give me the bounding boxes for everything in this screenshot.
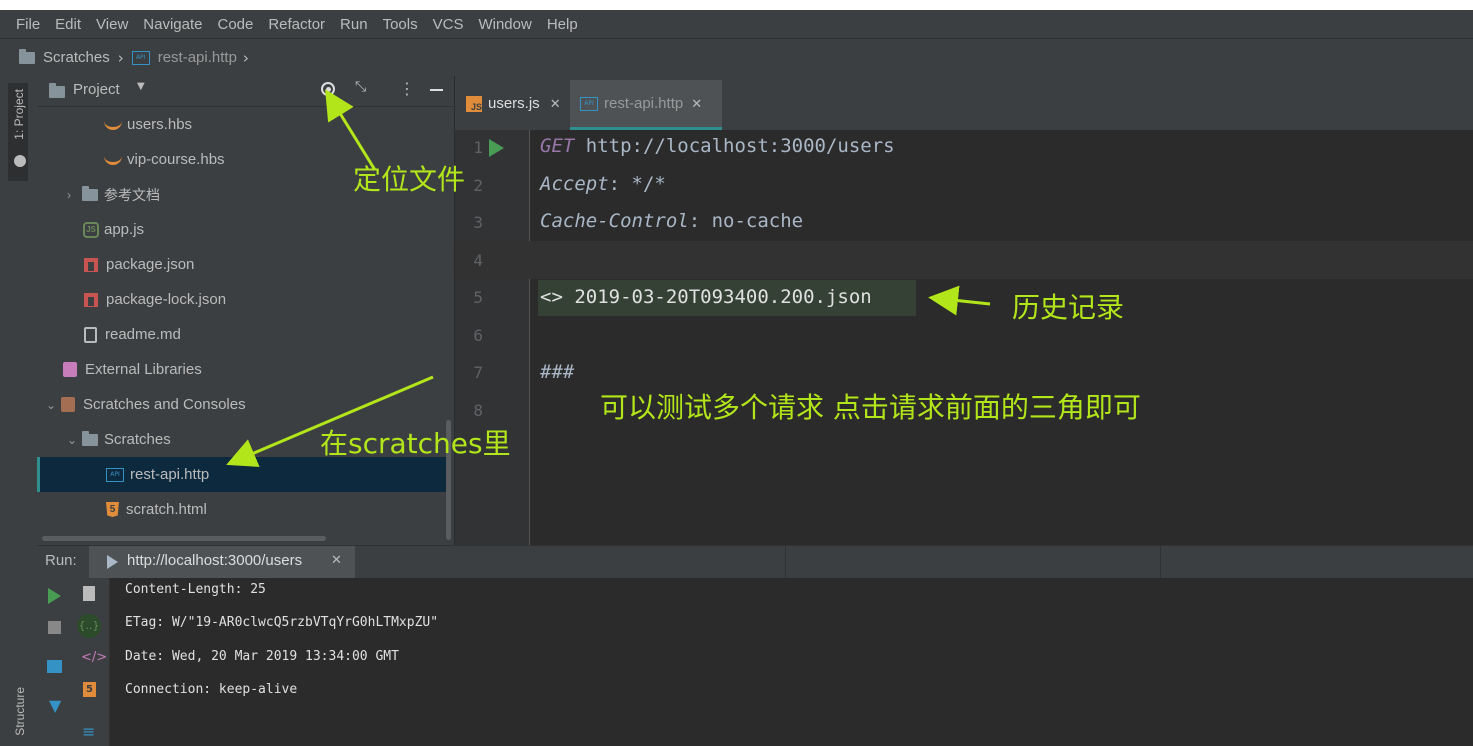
close-icon[interactable]: ✕ [331, 553, 342, 568]
soft-wrap-icon[interactable]: ≡ [82, 722, 95, 741]
toolbar-divider [785, 546, 786, 578]
json-view-icon[interactable]: {..} [77, 614, 101, 638]
annotation-locate-file: 定位文件 [353, 163, 466, 196]
output-line: Date: Wed, 20 Mar 2019 13:34:00 GMT [125, 649, 399, 664]
run-tab-play-icon [107, 555, 118, 569]
pin-icon[interactable]: ▼ [49, 696, 61, 715]
annotation-multi-request: 可以测试多个请求 点击请求前面的三角即可 [600, 391, 1141, 424]
run-tool-bar: Run: http://localhost:3000/users ✕ [37, 545, 1473, 579]
annotation-history: 历史记录 [1012, 291, 1125, 324]
arrow-to-history [928, 285, 991, 316]
output-line: ETag: W/"19-AR0clwcQ5rzbVTqYrG0hLTMxpZU" [125, 615, 439, 630]
annotation-in-scratches: 在scratches里 [320, 427, 511, 460]
run-label: Run: [45, 552, 77, 569]
stop-icon[interactable] [48, 621, 61, 634]
rerun-icon[interactable] [48, 588, 61, 604]
html-view-icon[interactable]: 5 [83, 682, 96, 697]
output-line: Content-Length: 25 [125, 582, 266, 597]
run-format-strip: {..} </> 5 ≡ [71, 578, 110, 746]
toolbar-divider [1160, 546, 1161, 578]
text-view-icon[interactable] [83, 586, 95, 601]
run-action-strip: ▼ [37, 578, 71, 746]
output-line: Connection: keep-alive [125, 682, 298, 697]
run-tab-label[interactable]: http://localhost:3000/users [127, 552, 302, 569]
layout-icon[interactable] [47, 660, 62, 673]
xml-view-icon[interactable]: </> [81, 650, 107, 665]
